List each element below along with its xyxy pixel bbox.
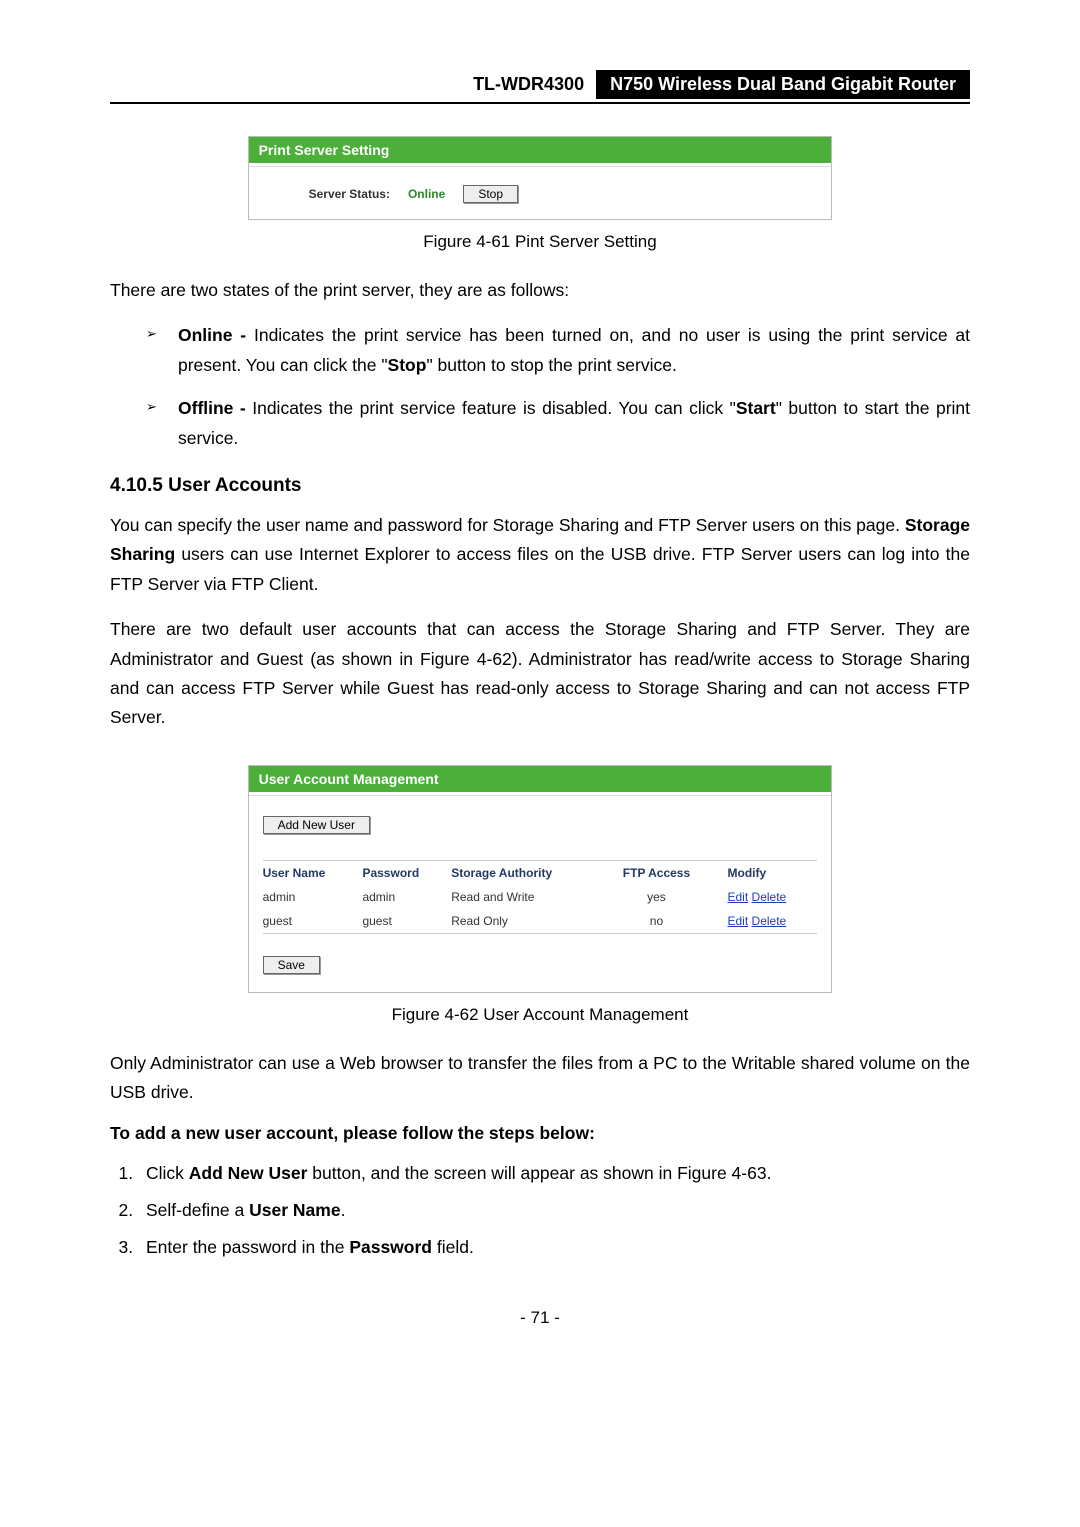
- cell-password: admin: [362, 890, 451, 904]
- cell-ftp: no: [595, 914, 717, 928]
- col-storage-authority: Storage Authority: [451, 866, 595, 880]
- state-online-prefix: Online -: [178, 325, 254, 345]
- ua-p1-b: users can use Internet Explorer to acces…: [110, 544, 970, 593]
- cell-authority: Read and Write: [451, 890, 595, 904]
- stop-button[interactable]: Stop: [463, 185, 518, 203]
- step1-a: Click: [146, 1163, 189, 1183]
- step3-a: Enter the password in the: [146, 1237, 349, 1257]
- server-status-value: Online: [408, 187, 445, 201]
- cell-password: guest: [362, 914, 451, 928]
- col-password: Password: [362, 866, 451, 880]
- page-number: - 71 -: [110, 1308, 970, 1328]
- table-row: admin admin Read and Write yes Edit Dele…: [263, 885, 818, 909]
- step1-bold: Add New User: [189, 1163, 308, 1183]
- steps-heading: To add a new user account, please follow…: [110, 1123, 970, 1144]
- table-header-row: User Name Password Storage Authority FTP…: [263, 861, 818, 885]
- step-1: Click Add New User button, and the scree…: [138, 1158, 970, 1189]
- add-new-user-button[interactable]: Add New User: [263, 816, 370, 834]
- step1-b: button, and the screen will appear as sh…: [307, 1163, 771, 1183]
- step2-a: Self-define a: [146, 1200, 249, 1220]
- user-account-panel: User Account Management Add New User Use…: [248, 765, 833, 993]
- state-offline-prefix: Offline -: [178, 398, 252, 418]
- print-server-panel-title: Print Server Setting: [249, 137, 832, 163]
- model-label: TL-WDR4300: [461, 70, 596, 99]
- cell-ftp: yes: [595, 890, 717, 904]
- col-username: User Name: [263, 866, 363, 880]
- header-divider: [110, 102, 970, 104]
- step-2: Self-define a User Name.: [138, 1195, 970, 1226]
- cell-authority: Read Only: [451, 914, 595, 928]
- states-intro: There are two states of the print server…: [110, 276, 970, 305]
- table-row: guest guest Read Only no Edit Delete: [263, 909, 818, 933]
- state-online: Online - Indicates the print service has…: [146, 321, 970, 380]
- col-ftp-access: FTP Access: [595, 866, 717, 880]
- cell-username: admin: [263, 890, 363, 904]
- figure-caption-62: Figure 4-62 User Account Management: [110, 1005, 970, 1025]
- step3-b: field.: [432, 1237, 474, 1257]
- state-online-bold: Stop: [388, 355, 427, 375]
- col-modify: Modify: [718, 866, 818, 880]
- section-heading-user-accounts: 4.10.5 User Accounts: [110, 475, 970, 497]
- step2-b: .: [341, 1200, 346, 1220]
- save-button[interactable]: Save: [263, 956, 320, 974]
- step-3: Enter the password in the Password field…: [138, 1232, 970, 1263]
- cell-username: guest: [263, 914, 363, 928]
- ua-p1-a: You can specify the user name and passwo…: [110, 515, 905, 535]
- after-fig2-paragraph: Only Administrator can use a Web browser…: [110, 1049, 970, 1108]
- print-server-panel: Print Server Setting Server Status: Onli…: [248, 136, 833, 220]
- server-status-label: Server Status:: [309, 187, 390, 201]
- step2-bold: User Name: [249, 1200, 340, 1220]
- steps-list: Click Add New User button, and the scree…: [138, 1158, 970, 1262]
- edit-link[interactable]: Edit: [728, 914, 749, 928]
- step3-bold: Password: [349, 1237, 432, 1257]
- user-accounts-table: User Name Password Storage Authority FTP…: [263, 860, 818, 934]
- state-offline-text-a: Indicates the print service feature is d…: [252, 398, 736, 418]
- product-label: N750 Wireless Dual Band Gigabit Router: [596, 70, 970, 99]
- cell-modify: Edit Delete: [718, 890, 818, 904]
- states-list: Online - Indicates the print service has…: [110, 321, 970, 453]
- delete-link[interactable]: Delete: [752, 914, 787, 928]
- state-online-text-b: " button to stop the print service.: [426, 355, 676, 375]
- figure-caption-61: Figure 4-61 Pint Server Setting: [110, 232, 970, 252]
- doc-header: TL-WDR4300 N750 Wireless Dual Band Gigab…: [110, 70, 970, 99]
- delete-link[interactable]: Delete: [752, 890, 787, 904]
- state-offline: Offline - Indicates the print service fe…: [146, 394, 970, 453]
- edit-link[interactable]: Edit: [728, 890, 749, 904]
- cell-modify: Edit Delete: [718, 914, 818, 928]
- user-account-panel-title: User Account Management: [249, 766, 832, 792]
- ua-paragraph-2: There are two default user accounts that…: [110, 615, 970, 733]
- state-offline-bold: Start: [736, 398, 776, 418]
- ua-paragraph-1: You can specify the user name and passwo…: [110, 511, 970, 599]
